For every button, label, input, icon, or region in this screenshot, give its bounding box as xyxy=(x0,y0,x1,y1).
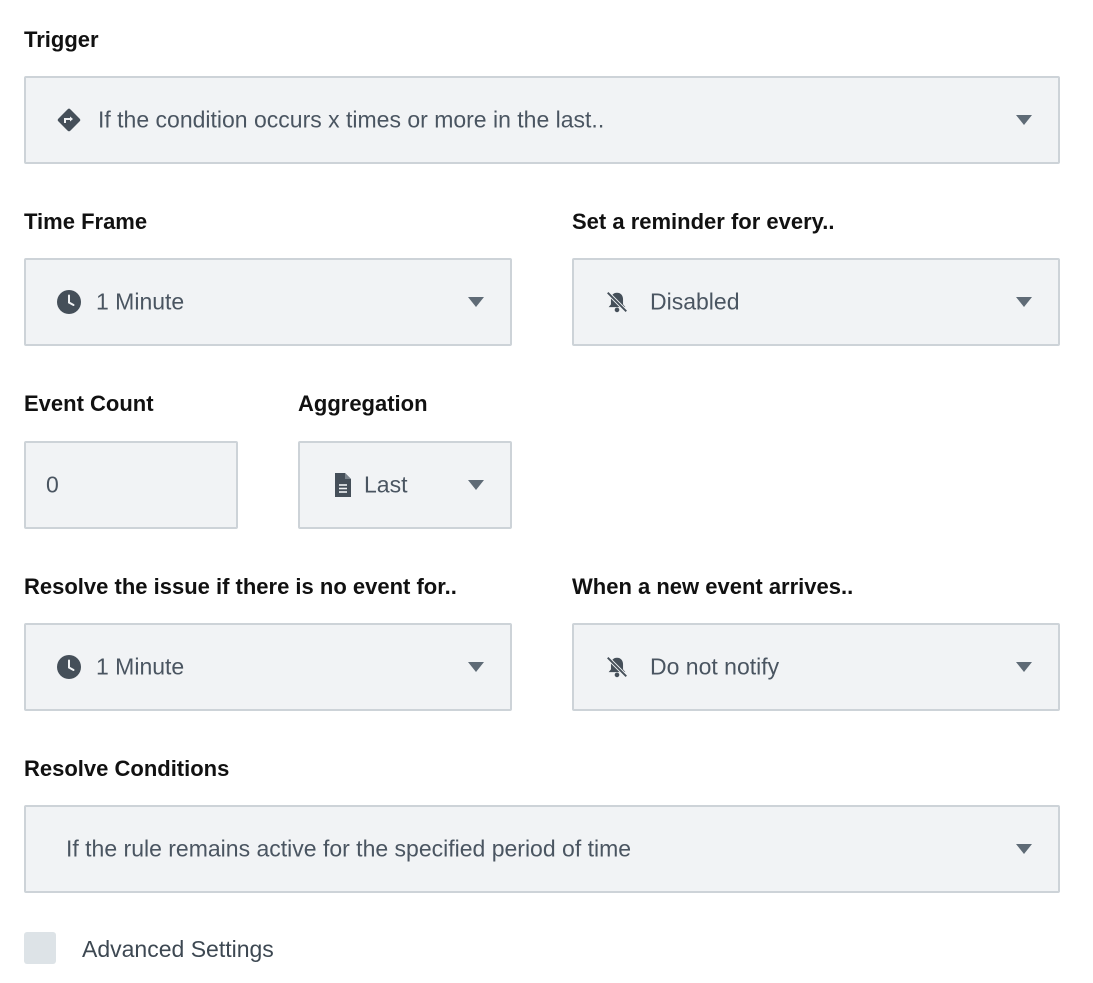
resolve-conditions-label: Resolve Conditions xyxy=(24,756,230,781)
event-count-label: Event Count xyxy=(24,391,154,416)
trigger-value: If the condition occurs x times or more … xyxy=(98,106,605,133)
reminder-select[interactable]: Disabled xyxy=(572,258,1060,346)
event-count-input[interactable]: 0 xyxy=(24,441,238,529)
aggregation-value: Last xyxy=(364,471,408,498)
chevron-down-icon xyxy=(1016,115,1032,125)
bell-off-icon xyxy=(604,654,630,680)
time-frame-label: Time Frame xyxy=(24,209,148,234)
resolve-timeout-value: 1 Minute xyxy=(96,653,185,680)
chevron-down-icon xyxy=(468,480,484,490)
trigger-label: Trigger xyxy=(24,27,99,52)
chevron-down-icon xyxy=(1016,297,1032,307)
resolve-conditions-value: If the rule remains active for the speci… xyxy=(66,835,632,862)
new-event-select[interactable]: Do not notify xyxy=(572,623,1060,711)
advanced-settings-label[interactable]: Advanced Settings xyxy=(82,936,274,963)
chevron-down-icon xyxy=(468,297,484,307)
clock-icon xyxy=(56,654,82,680)
chevron-down-icon xyxy=(1016,844,1032,854)
resolve-timeout-label: Resolve the issue if there is no event f… xyxy=(24,574,457,599)
time-frame-select[interactable]: 1 Minute xyxy=(24,258,512,346)
resolve-conditions-select[interactable]: If the rule remains active for the speci… xyxy=(24,805,1060,893)
chevron-down-icon xyxy=(468,662,484,672)
advanced-settings-checkbox[interactable] xyxy=(24,932,56,964)
new-event-label: When a new event arrives.. xyxy=(572,574,854,599)
event-count-value: 0 xyxy=(46,471,59,498)
clock-icon xyxy=(56,289,82,315)
reminder-value: Disabled xyxy=(650,288,740,315)
time-frame-value: 1 Minute xyxy=(96,288,185,315)
trigger-select[interactable]: If the condition occurs x times or more … xyxy=(24,76,1060,164)
document-icon xyxy=(330,472,356,498)
direction-diamond-icon xyxy=(56,107,82,133)
new-event-value: Do not notify xyxy=(650,653,780,680)
resolve-timeout-select[interactable]: 1 Minute xyxy=(24,623,512,711)
aggregation-label: Aggregation xyxy=(298,391,428,416)
reminder-label: Set a reminder for every.. xyxy=(572,209,835,234)
chevron-down-icon xyxy=(1016,662,1032,672)
aggregation-select[interactable]: Last xyxy=(298,441,512,529)
bell-off-icon xyxy=(604,289,630,315)
